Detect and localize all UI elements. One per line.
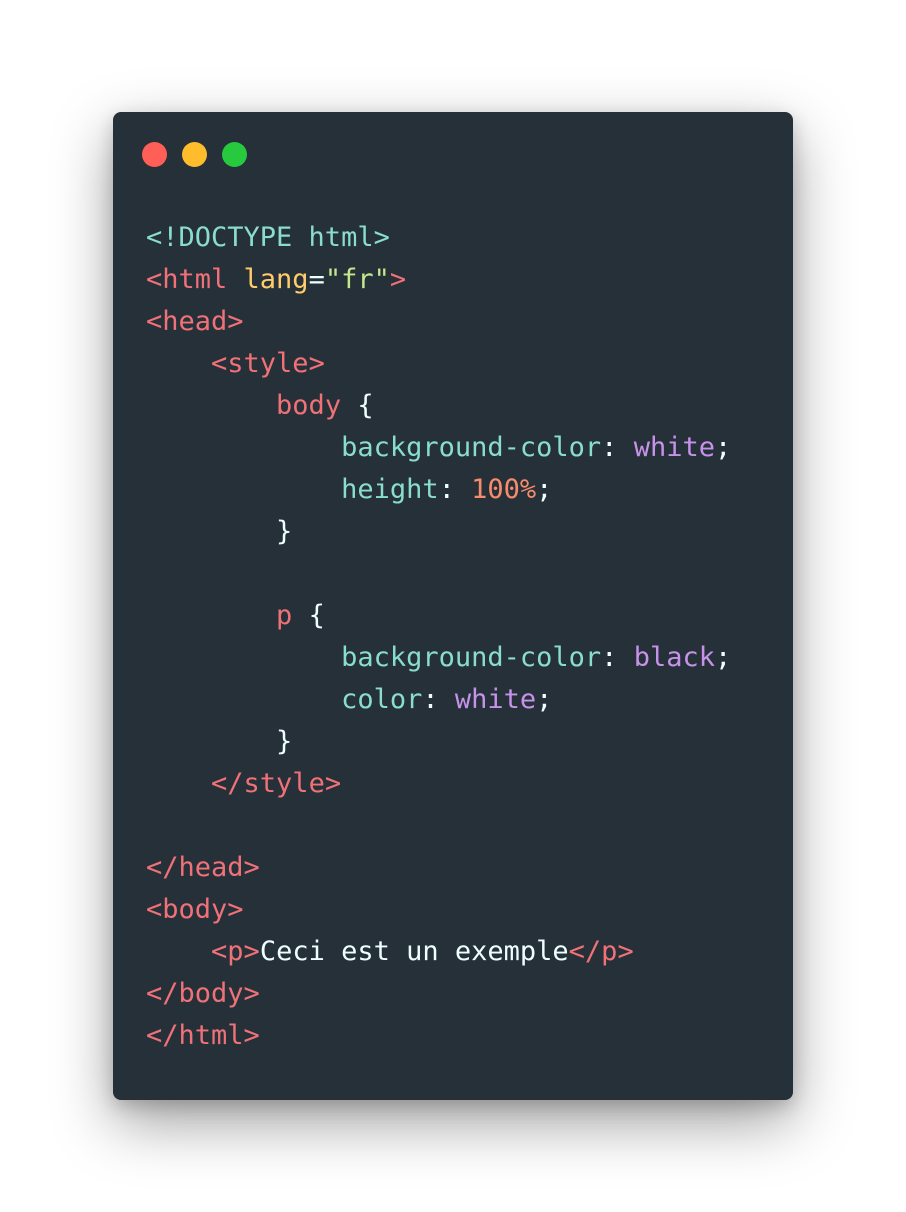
- close-dot-icon[interactable]: [142, 142, 167, 167]
- code-line-16: </head>: [146, 847, 731, 889]
- tag-token: </html>: [146, 1020, 260, 1051]
- colon-token: :: [422, 684, 455, 715]
- code-line-18: <p>Ceci est un exemple</p>: [146, 931, 731, 973]
- equals-token: =: [308, 264, 325, 295]
- value-token: white: [633, 432, 715, 463]
- code-line-2: <html lang="fr">: [146, 259, 731, 301]
- tag-token: <body>: [146, 894, 244, 925]
- code-line-1: <!DOCTYPE html>: [146, 217, 731, 259]
- property-token: background-color: [341, 432, 602, 463]
- code-line-4: <style>: [146, 343, 731, 385]
- semicolon-token: ;: [714, 642, 732, 673]
- tag-token: </style>: [211, 768, 342, 799]
- code-line-17: <body>: [146, 889, 731, 931]
- semicolon-token: ;: [536, 684, 553, 715]
- attribute-token: lang: [227, 264, 309, 295]
- minimize-dot-icon[interactable]: [182, 142, 207, 167]
- brace-token: }: [276, 516, 293, 547]
- code-line-11: background-color: black;: [146, 637, 731, 679]
- tag-token: >: [389, 264, 407, 295]
- code-line-13: }: [146, 721, 731, 763]
- property-token: height: [341, 474, 439, 505]
- code-block: <!DOCTYPE html> <html lang="fr"> <head> <s…: [146, 217, 731, 1057]
- code-line-6: background-color: white;: [146, 427, 731, 469]
- code-window: <!DOCTYPE html> <html lang="fr"> <head> <s…: [113, 112, 793, 1100]
- tag-token: </p>: [568, 936, 634, 967]
- text-token: Ceci est un exemple: [259, 936, 569, 967]
- value-token: black: [633, 642, 715, 673]
- string-token: "fr": [324, 264, 390, 295]
- code-line-3: <head>: [146, 301, 731, 343]
- tag-token: </head>: [146, 852, 260, 883]
- code-line-5: body {: [146, 385, 731, 427]
- colon-token: :: [601, 432, 634, 463]
- semicolon-token: ;: [714, 432, 732, 463]
- tag-token: <head>: [146, 306, 244, 337]
- colon-token: :: [438, 474, 472, 505]
- property-token: color: [341, 684, 423, 715]
- colon-token: :: [601, 642, 634, 673]
- tag-token: <html: [146, 264, 228, 295]
- property-token: background-color: [341, 642, 602, 673]
- selector-token: body: [276, 390, 342, 421]
- brace-token: {: [341, 390, 374, 421]
- tag-token: <style>: [211, 348, 325, 379]
- code-line-7: height: 100%;: [146, 469, 731, 511]
- value-token: white: [454, 684, 537, 715]
- tag-token: </body>: [146, 978, 260, 1009]
- tag-token: <p>: [211, 936, 260, 967]
- code-line-14: </style>: [146, 763, 731, 805]
- code-line-19: </body>: [146, 973, 731, 1015]
- code-line-8: }: [146, 511, 731, 553]
- code-line-10: p {: [146, 595, 731, 637]
- brace-token: {: [292, 600, 325, 631]
- code-line-20: </html>: [146, 1015, 731, 1057]
- doctype-token: <!DOCTYPE html>: [146, 222, 390, 253]
- code-line-12: color: white;: [146, 679, 731, 721]
- selector-token: p: [276, 600, 293, 631]
- semicolon-token: ;: [536, 474, 553, 505]
- number-token: 100%: [471, 474, 537, 505]
- brace-token: }: [276, 726, 293, 757]
- maximize-dot-icon[interactable]: [222, 142, 247, 167]
